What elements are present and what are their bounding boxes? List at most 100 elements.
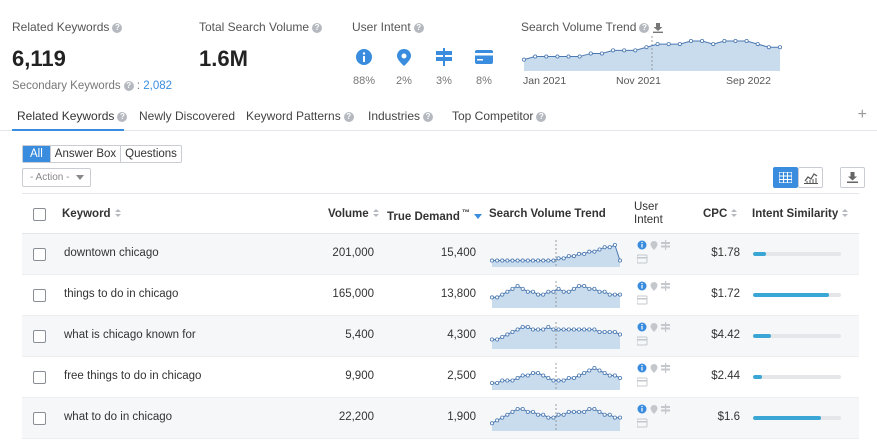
secondary-keywords-link[interactable]: 2,082 <box>143 80 172 92</box>
trend-point <box>536 327 541 332</box>
keyword-cell[interactable]: free things to do in chicago <box>64 370 201 382</box>
column-true-demand[interactable]: True Demand ™ <box>387 208 482 223</box>
table-view-button[interactable] <box>773 167 798 188</box>
trend-point <box>520 258 525 263</box>
help-icon[interactable]: ? <box>112 22 123 33</box>
column-search-volume-trend: Search Volume Trend <box>489 208 606 220</box>
trend-point <box>525 258 530 263</box>
trend-point <box>510 258 515 263</box>
cpc-cell: $2.44 <box>711 370 740 382</box>
table-row[interactable]: things to do in chicago 165,000 13,800 $1.7… <box>22 275 859 316</box>
trend-point <box>489 258 495 263</box>
column-cpc[interactable]: CPC <box>703 208 738 220</box>
row-checkbox[interactable] <box>33 248 46 261</box>
select-all-checkbox[interactable] <box>33 208 46 221</box>
column-volume[interactable]: Volume <box>328 208 379 220</box>
trend-point <box>510 409 515 414</box>
row-intent-icons <box>636 322 677 353</box>
help-icon[interactable]: ? <box>413 22 424 33</box>
trend-point <box>622 48 627 53</box>
tab-top-competitor[interactable]: Top Competitor? <box>452 109 547 123</box>
credit-card-icon <box>636 336 648 346</box>
trend-point <box>551 327 556 332</box>
trend-point <box>505 332 510 337</box>
export-button[interactable] <box>840 167 865 188</box>
filter-answer-box-button[interactable]: Answer Box <box>49 146 120 162</box>
trend-point <box>495 295 500 300</box>
trend-point <box>607 329 612 334</box>
intent-pct: 88% <box>352 75 376 87</box>
trend-point <box>525 325 530 330</box>
help-icon[interactable]: ? <box>639 22 650 33</box>
tab-related-keywords[interactable]: Related Keywords? <box>17 109 128 123</box>
row-checkbox[interactable] <box>33 412 46 425</box>
location-pin-icon <box>650 364 658 373</box>
help-icon[interactable]: ? <box>117 111 128 122</box>
credit-card-icon <box>636 377 648 387</box>
keyword-cell[interactable]: things to do in chicago <box>64 288 178 300</box>
trend-point <box>546 415 551 420</box>
trend-point <box>521 57 527 62</box>
filter-all-button[interactable]: All <box>23 146 50 162</box>
true-demand-cell: 1,900 <box>447 411 476 423</box>
trend-point <box>711 42 716 47</box>
table-row[interactable]: what to do in chicago 22,200 1,900 $1.6 <box>22 398 859 439</box>
help-icon[interactable]: ? <box>536 111 547 122</box>
total-volume-value: 1.6M <box>199 46 248 71</box>
tab-keyword-patterns[interactable]: Keyword Patterns? <box>246 109 354 123</box>
row-checkbox[interactable] <box>33 330 46 343</box>
volume-cell: 9,900 <box>345 370 374 382</box>
trend-point <box>602 245 607 250</box>
trend-point <box>546 375 551 380</box>
trend-point <box>500 292 505 297</box>
trend-point <box>536 258 541 263</box>
trend-point <box>592 286 597 291</box>
table-row[interactable]: free things to do in chicago 9,900 2,500 $2… <box>22 357 859 398</box>
help-icon[interactable]: ? <box>123 80 134 91</box>
download-icon[interactable] <box>653 22 664 33</box>
true-demand-cell: 4,300 <box>447 329 476 341</box>
action-dropdown[interactable]: - Action - <box>22 168 91 187</box>
row-checkbox[interactable] <box>33 289 46 302</box>
keyword-cell[interactable]: downtown chicago <box>64 247 159 259</box>
trend-point <box>587 407 592 412</box>
keyword-cell[interactable]: what to do in chicago <box>64 411 172 423</box>
trend-point <box>755 42 760 47</box>
location-pin-icon <box>397 48 411 66</box>
trend-point <box>555 54 560 59</box>
trend-point <box>688 39 693 44</box>
add-tab-icon[interactable]: + <box>858 106 867 124</box>
total-search-volume-stat: Total Search Volume? 1.6M <box>199 20 323 72</box>
trend-point <box>577 409 582 414</box>
intent-similarity-bar <box>753 375 841 379</box>
row-checkbox[interactable] <box>33 371 46 384</box>
filter-questions-button[interactable]: Questions <box>120 146 181 162</box>
tab-industries[interactable]: Industries? <box>368 109 434 123</box>
trend-point <box>599 51 604 56</box>
column-keyword[interactable]: Keyword <box>62 208 121 220</box>
trend-point <box>536 370 541 375</box>
intent-pct: 2% <box>396 75 412 87</box>
column-intent-similarity[interactable]: Intent Similarity <box>752 208 849 220</box>
signpost-icon <box>665 240 667 250</box>
table-row[interactable]: downtown chicago 201,000 15,400 $1.78 <box>22 234 859 275</box>
trend-point <box>525 289 530 294</box>
trend-point <box>530 289 535 294</box>
help-icon[interactable]: ? <box>423 111 434 122</box>
trend-point <box>644 45 649 50</box>
keyword-cell[interactable]: what is chicago known for <box>64 329 196 341</box>
tab-newly-discovered[interactable]: Newly Discovered <box>139 109 235 123</box>
help-icon[interactable]: ? <box>343 111 354 122</box>
trend-point <box>561 289 566 294</box>
trend-point <box>530 258 535 263</box>
column-label: Intent Similarity <box>752 208 839 220</box>
row-intent-icon-set <box>636 363 670 387</box>
chart-view-button[interactable] <box>798 167 823 188</box>
help-icon[interactable]: ? <box>312 22 323 33</box>
trend-point <box>597 247 602 252</box>
location-pin-icon <box>650 405 658 414</box>
table-row[interactable]: what is chicago known for 5,400 4,300 $4.42 <box>22 316 859 357</box>
intent-transactional: 8% <box>472 46 496 87</box>
trend-point <box>577 284 582 289</box>
trend-point <box>541 373 546 378</box>
